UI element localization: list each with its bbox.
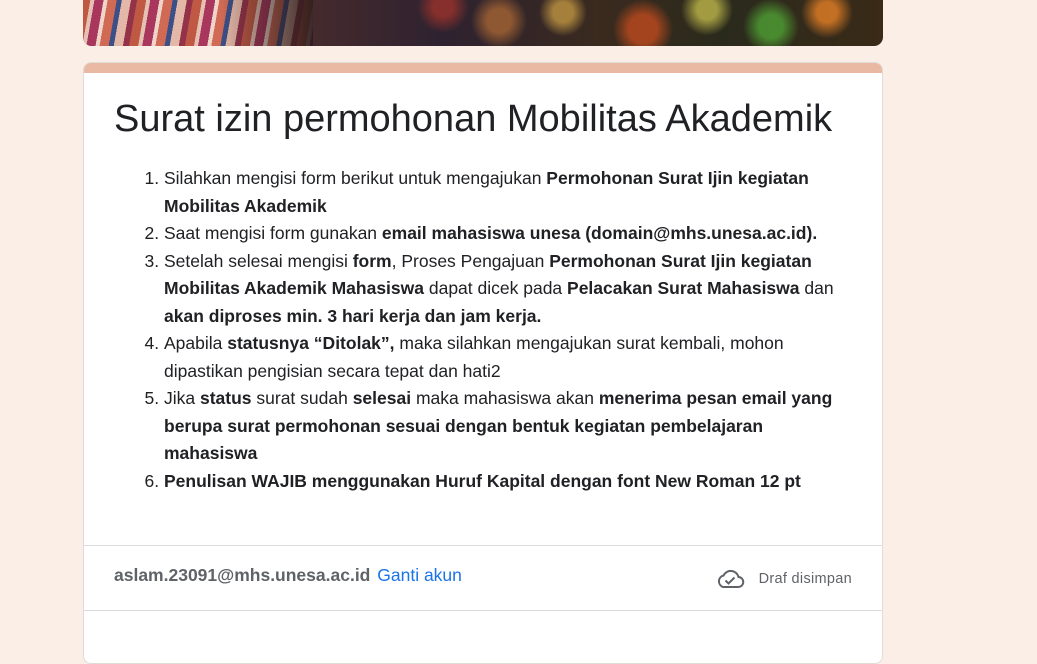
instruction-text: dan bbox=[799, 278, 834, 298]
instruction-text: Silahkan mengisi form berikut untuk meng… bbox=[164, 168, 547, 188]
card-accent-bar bbox=[84, 63, 882, 73]
draft-status-label: Draf disimpan bbox=[758, 571, 852, 587]
banner-pencils-decoration bbox=[83, 0, 313, 46]
instruction-text: dapat dicek pada bbox=[424, 278, 568, 298]
switch-account-link[interactable]: Ganti akun bbox=[377, 565, 462, 585]
instruction-bold-text: statusnya “Ditolak”, bbox=[227, 333, 395, 353]
instruction-text: surat sudah bbox=[251, 388, 353, 408]
instruction-item: Silahkan mengisi form berikut untuk meng… bbox=[164, 165, 852, 220]
instruction-bold-text: Penulisan WAJIB menggunakan Huruf Kapita… bbox=[164, 470, 801, 491]
instruction-bold-text: akan diproses min. 3 hari kerja dan jam … bbox=[164, 305, 542, 326]
instruction-text: Setelah selesai mengisi bbox=[164, 250, 353, 271]
header-banner-image bbox=[83, 0, 883, 46]
instruction-text: maka mahasiswa akan bbox=[411, 388, 599, 408]
instruction-item: Penulisan WAJIB menggunakan Huruf Kapita… bbox=[164, 468, 852, 496]
instruction-text: Saat mengisi form gunakan bbox=[164, 223, 382, 243]
account-info: aslam.23091@mhs.unesa.ac.id Ganti akun bbox=[114, 565, 462, 586]
instruction-item: Saat mengisi form gunakan email mahasisw… bbox=[164, 220, 852, 248]
instruction-bold-text: Pelacakan Surat Mahasiswa bbox=[567, 278, 800, 298]
cloud-check-icon bbox=[717, 569, 744, 588]
instruction-item: Jika status surat sudah selesai maka mah… bbox=[164, 385, 852, 468]
instruction-item: Apabila statusnya “Ditolak”, maka silahk… bbox=[164, 330, 852, 385]
account-bar: aslam.23091@mhs.unesa.ac.id Ganti akun D… bbox=[84, 545, 882, 611]
form-title: Surat izin permohonan Mobilitas Akademik bbox=[114, 98, 833, 140]
instruction-bold-text: form bbox=[352, 250, 392, 271]
account-email: aslam.23091@mhs.unesa.ac.id bbox=[114, 565, 371, 585]
draft-status: Draf disimpan bbox=[715, 568, 852, 590]
instruction-item: Setelah selesai mengisi form, Proses Pen… bbox=[164, 248, 852, 331]
instruction-text: , Proses Pengajuan bbox=[391, 250, 550, 271]
instruction-text: Jika bbox=[164, 388, 200, 408]
instructions-list: Silahkan mengisi form berikut untuk meng… bbox=[114, 165, 852, 495]
form-header-card: Surat izin permohonan Mobilitas Akademik… bbox=[83, 62, 883, 664]
instruction-bold-text: status bbox=[199, 388, 252, 408]
instruction-bold-text: selesai bbox=[352, 388, 412, 408]
instruction-bold-text: email mahasiswa unesa (domain@mhs.unesa.… bbox=[381, 223, 818, 243]
instruction-text: Apabila bbox=[164, 333, 228, 353]
